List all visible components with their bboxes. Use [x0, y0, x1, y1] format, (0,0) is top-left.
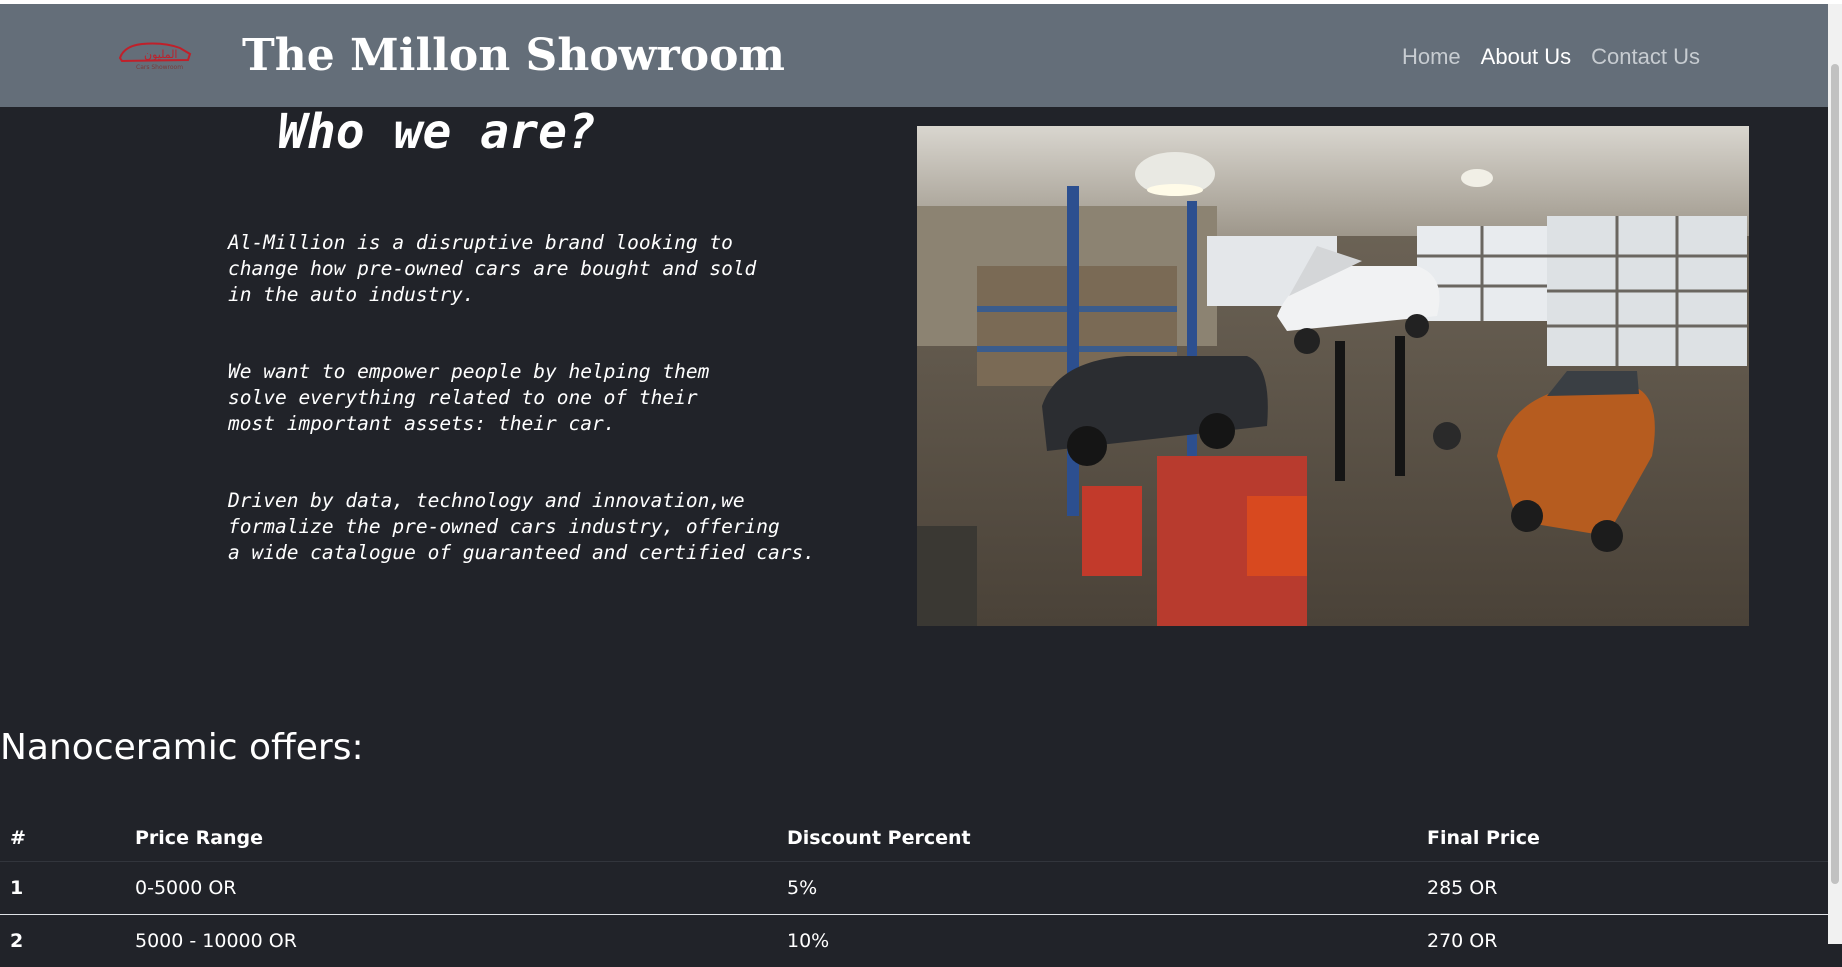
offers-table: # Price Range Discount Percent Final Pri… [0, 815, 1828, 967]
page-scrollbar[interactable] [1828, 4, 1842, 944]
brand-title[interactable]: The Millon Showroom [242, 30, 785, 81]
column-header-discount: Discount Percent [777, 815, 1417, 862]
nav-about-link[interactable]: About Us [1481, 44, 1572, 70]
discount-cell: 10% [777, 915, 1417, 967]
navbar: المليون Cars Showroom The Millon Showroo… [0, 4, 1828, 107]
price-range-cell: 0-5000 OR [125, 862, 777, 915]
svg-text:Cars Showroom: Cars Showroom [136, 64, 183, 71]
nav-contact-link[interactable]: Contact Us [1591, 44, 1700, 70]
about-paragraph-1: Al-Million is a disruptive brand looking… [228, 230, 878, 308]
about-heading: Who we are? [278, 104, 596, 160]
final-price-cell: 285 OR [1417, 862, 1828, 915]
price-range-cell: 5000 - 10000 OR [125, 915, 777, 967]
column-header-price-range: Price Range [125, 815, 777, 862]
final-price-cell: 270 OR [1417, 915, 1828, 967]
row-number: 2 [0, 915, 125, 967]
table-row: 1 0-5000 OR 5% 285 OR [0, 862, 1828, 915]
table-row: 2 5000 - 10000 OR 10% 270 OR [0, 915, 1828, 967]
column-header-number: # [0, 815, 125, 862]
about-paragraph-3: Driven by data, technology and innovatio… [228, 488, 878, 566]
svg-text:المليون: المليون [144, 48, 178, 61]
nav-links: Home About Us Contact Us [1382, 44, 1700, 70]
row-number: 1 [0, 862, 125, 915]
garage-photo [917, 126, 1749, 626]
table-header-row: # Price Range Discount Percent Final Pri… [0, 815, 1828, 862]
discount-cell: 5% [777, 862, 1417, 915]
offers-title: Nanoceramic offers: [0, 727, 364, 768]
brand-logo[interactable]: المليون Cars Showroom [114, 34, 194, 74]
column-header-final-price: Final Price [1417, 815, 1828, 862]
scrollbar-thumb[interactable] [1831, 64, 1839, 884]
nav-home-link[interactable]: Home [1402, 44, 1461, 70]
about-paragraph-2: We want to empower people by helping the… [228, 359, 878, 437]
